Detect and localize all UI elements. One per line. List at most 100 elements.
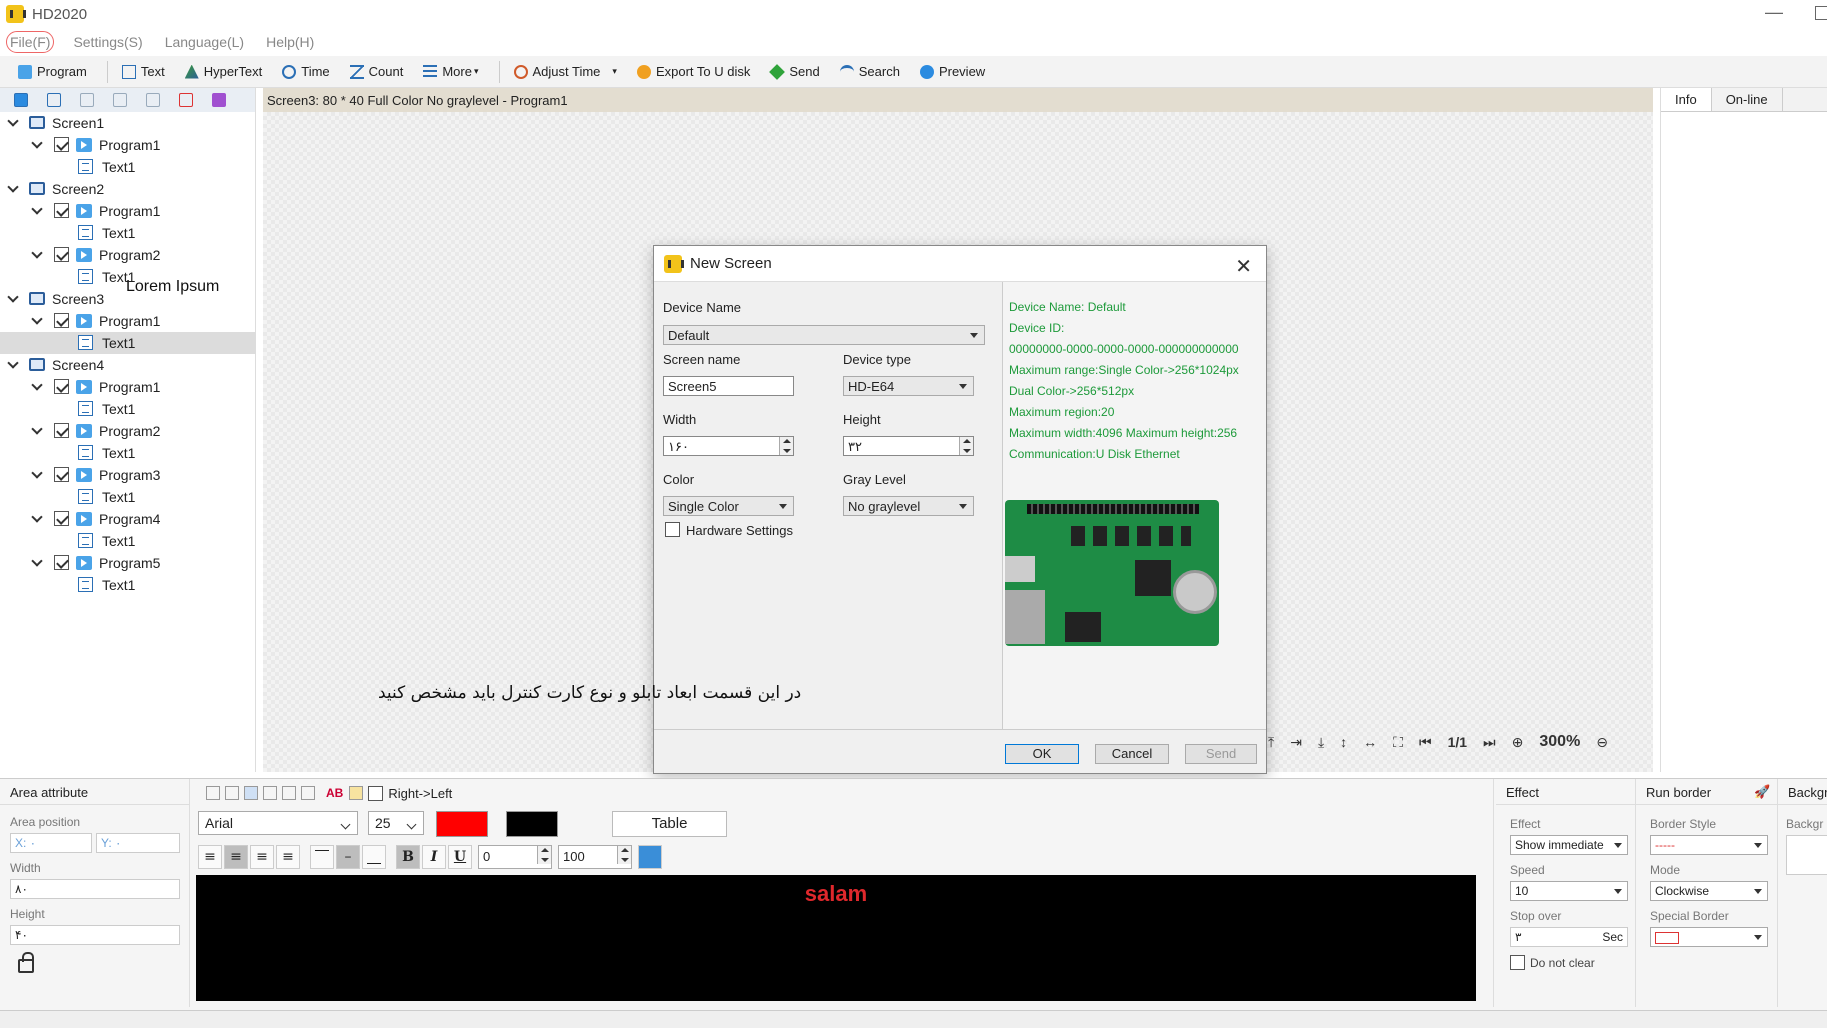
check-all-icon[interactable]: [212, 93, 226, 107]
spacing-stepper[interactable]: [537, 846, 551, 864]
first-page-icon[interactable]: ⏮: [1419, 734, 1432, 751]
area-width-input[interactable]: ۸۰: [10, 879, 180, 899]
background-color-swatch[interactable]: [506, 811, 558, 837]
menu-file[interactable]: File(F): [6, 31, 55, 53]
tree-program[interactable]: Program1: [0, 376, 256, 398]
chevron-down-icon[interactable]: [31, 313, 43, 325]
fullscreen-icon[interactable]: ⛶: [1393, 734, 1403, 751]
valign-bottom-icon[interactable]: ⎽: [362, 845, 386, 869]
move-up-icon[interactable]: [113, 93, 127, 107]
chevron-down-icon[interactable]: [31, 137, 43, 149]
area-x-input[interactable]: X: ۰: [10, 833, 92, 853]
tree-text[interactable]: Text1: [0, 574, 256, 596]
rocket-icon[interactable]: 🚀: [1754, 784, 1770, 800]
ok-button[interactable]: OK: [1005, 744, 1079, 764]
valign-middle-icon[interactable]: –: [336, 845, 360, 869]
bold-button[interactable]: B: [396, 845, 420, 869]
chevron-down-icon[interactable]: [31, 467, 43, 479]
last-page-icon[interactable]: ⏭: [1483, 734, 1496, 751]
align-top-icon[interactable]: ⤒: [1268, 734, 1274, 751]
tree-screen[interactable]: Screen2: [0, 178, 256, 200]
mode-select[interactable]: Clockwise: [1650, 881, 1768, 901]
program-checkbox[interactable]: [54, 313, 69, 328]
scale-stepper[interactable]: [617, 846, 631, 864]
chevron-down-icon[interactable]: [7, 291, 19, 303]
align-right-icon[interactable]: ⇥: [1290, 734, 1302, 751]
lock-icon[interactable]: [18, 952, 34, 973]
border-style-select[interactable]: -----: [1650, 835, 1768, 855]
export-u-disk-button[interactable]: Export To U disk: [636, 64, 750, 79]
screen-name-input[interactable]: Screen5: [663, 376, 794, 396]
program-checkbox[interactable]: [54, 467, 69, 482]
tree-program[interactable]: Program5: [0, 552, 256, 574]
special-border-select[interactable]: [1650, 927, 1768, 947]
screen-icon[interactable]: [14, 93, 28, 107]
align-bottom-text-icon[interactable]: [282, 786, 296, 800]
align-justify-text-icon[interactable]: [301, 786, 315, 800]
tree-program[interactable]: Program2: [0, 244, 256, 266]
insert-image-icon[interactable]: [638, 845, 662, 869]
height-spinbox[interactable]: ۳۲: [843, 436, 974, 456]
chevron-down-icon[interactable]: [31, 511, 43, 523]
chevron-down-icon[interactable]: [7, 115, 19, 127]
fit-height-icon[interactable]: ↕: [1340, 734, 1347, 750]
align-justify-icon[interactable]: ≡: [276, 845, 300, 869]
area-y-input[interactable]: Y: ۰: [96, 833, 180, 853]
chevron-down-icon[interactable]: [7, 181, 19, 193]
area-height-input[interactable]: ۴۰: [10, 925, 180, 945]
height-stepper[interactable]: [959, 437, 973, 455]
copy-icon[interactable]: [47, 93, 61, 107]
font-size-select[interactable]: 25: [368, 811, 424, 835]
select-area-icon[interactable]: [225, 786, 239, 800]
tree-text[interactable]: Text1: [0, 486, 256, 508]
effect-select[interactable]: Show immediate: [1510, 835, 1628, 855]
search-button[interactable]: Search: [839, 64, 900, 79]
tree-text[interactable]: Text1: [0, 156, 256, 178]
text-background-icon[interactable]: [349, 786, 364, 800]
program-checkbox[interactable]: [54, 247, 69, 262]
scale-input[interactable]: 100: [558, 845, 632, 869]
italic-button[interactable]: I: [422, 845, 446, 869]
chevron-down-icon[interactable]: [31, 423, 43, 435]
paste-icon[interactable]: [80, 93, 94, 107]
tree-screen[interactable]: Screen1: [0, 112, 256, 134]
maximize-button[interactable]: [1815, 6, 1827, 20]
send-button-disabled[interactable]: Send: [1185, 744, 1257, 764]
menu-help[interactable]: Help(H): [263, 32, 317, 52]
program-button[interactable]: Program: [18, 64, 87, 79]
speed-select[interactable]: 10: [1510, 881, 1628, 901]
tab-info[interactable]: Info: [1661, 88, 1712, 111]
chevron-down-icon[interactable]: [31, 247, 43, 259]
preview-button[interactable]: Preview: [919, 64, 985, 79]
adjust-time-button[interactable]: Adjust Time ▾: [513, 64, 617, 79]
tree-screen[interactable]: Screen4: [0, 354, 256, 376]
move-down-icon[interactable]: [146, 93, 160, 107]
device-name-select[interactable]: Default: [663, 325, 985, 345]
tree-program[interactable]: Program2: [0, 420, 256, 442]
program-checkbox[interactable]: [54, 203, 69, 218]
tree-program[interactable]: Program3: [0, 464, 256, 486]
editor-scrollbar[interactable]: [1475, 877, 1485, 997]
send-button[interactable]: Send: [769, 63, 820, 80]
tree-program[interactable]: Program4: [0, 508, 256, 530]
time-button[interactable]: Time: [282, 64, 330, 79]
tree-program[interactable]: Program1: [0, 200, 256, 222]
valign-top-icon[interactable]: ⎺: [310, 845, 334, 869]
align-bottom-icon[interactable]: ⤓: [1318, 734, 1324, 751]
hypertext-button[interactable]: HyperText: [184, 64, 262, 79]
tree-program[interactable]: Program1: [0, 134, 256, 156]
tree-text[interactable]: Text1: [0, 222, 256, 244]
tab-online[interactable]: On-line: [1712, 88, 1783, 111]
zoom-in-icon[interactable]: ⊕: [1512, 734, 1524, 751]
menu-language[interactable]: Language(L): [162, 32, 247, 52]
underline-button[interactable]: U: [448, 845, 472, 869]
cancel-button[interactable]: Cancel: [1095, 744, 1169, 764]
table-button[interactable]: Table: [612, 811, 727, 837]
spacing-input[interactable]: 0: [478, 845, 552, 869]
text-preview[interactable]: salam: [196, 875, 1476, 1001]
tree-program[interactable]: Program1: [0, 310, 256, 332]
font-select[interactable]: Arial: [198, 811, 358, 835]
menu-settings[interactable]: Settings(S): [70, 32, 145, 52]
width-spinbox[interactable]: ۱۶۰: [663, 436, 794, 456]
tree-text[interactable]: Text1: [0, 442, 256, 464]
